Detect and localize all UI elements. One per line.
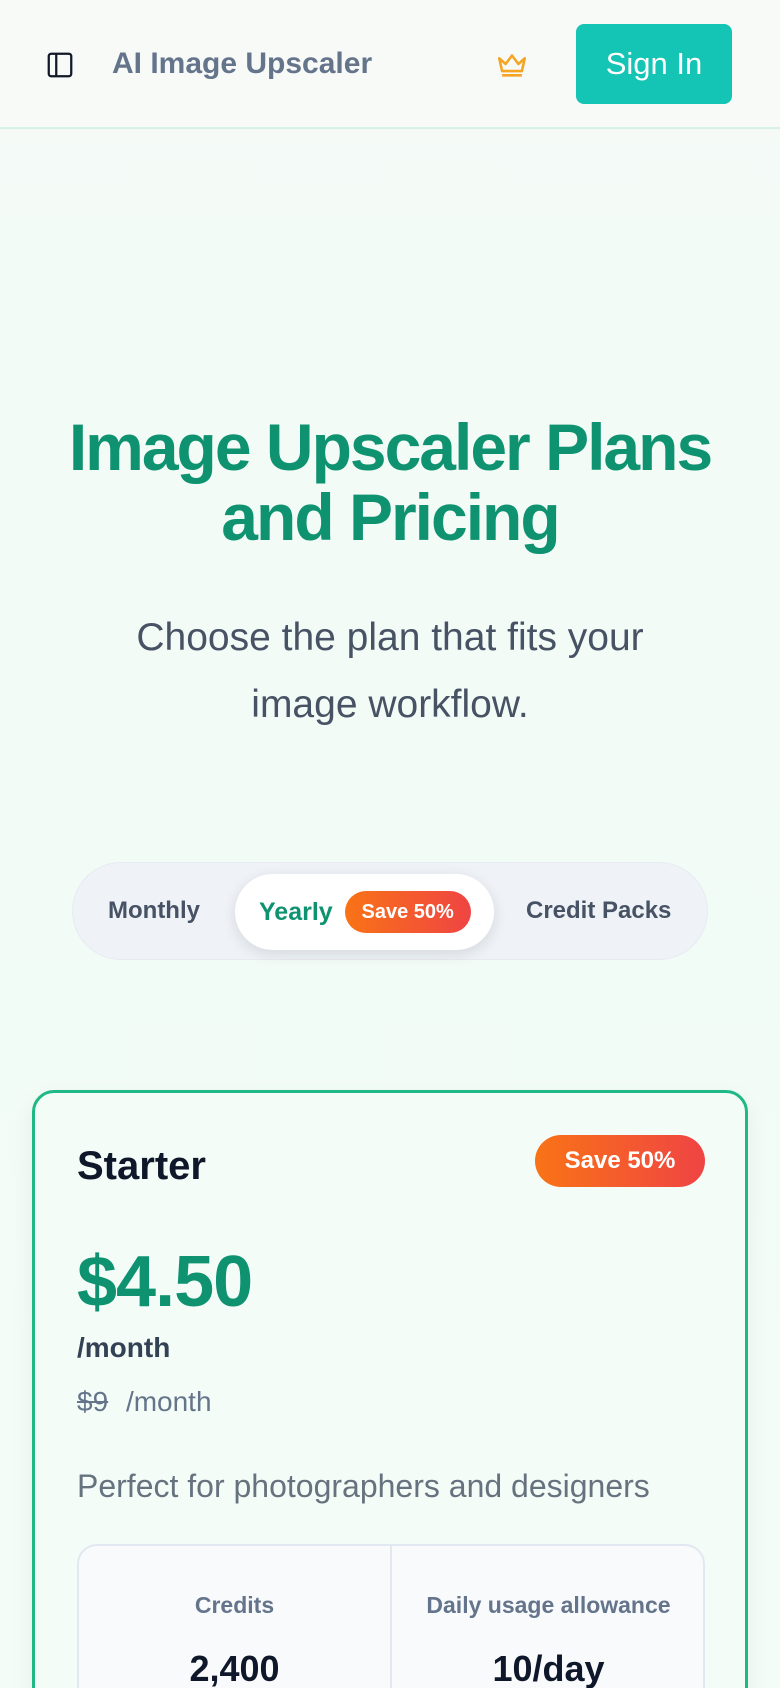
page-title: Image Upscaler Plans and Pricing: [68, 410, 713, 554]
plan-stats: Credits 2,400 Daily usage allowance 10/d…: [77, 1544, 705, 1688]
plan-original-price: $9 /month: [77, 1385, 212, 1419]
stat-daily-allowance-label: Daily usage allowance: [426, 1592, 671, 1618]
stat-daily-allowance-value: 10/day: [492, 1648, 605, 1688]
page-subtitle: Choose the plan that fits your image wor…: [136, 616, 644, 726]
top-header: AI Image Upscaler Sign In: [0, 0, 780, 129]
tab-monthly[interactable]: Monthly: [108, 863, 200, 959]
plan-name: Starter: [77, 1144, 206, 1188]
stat-credits: Credits 2,400: [79, 1546, 392, 1688]
app-title: AI Image Upscaler: [112, 47, 373, 80]
tab-credit-packs-label: Credit Packs: [526, 897, 672, 924]
plan-price-period: /month: [77, 1332, 171, 1363]
stat-daily-allowance: Daily usage allowance 10/day: [392, 1546, 705, 1688]
tab-yearly[interactable]: Yearly Save 50%: [235, 874, 494, 950]
stat-credits-label: Credits: [194, 1592, 275, 1618]
original-price-value: $9: [77, 1386, 109, 1417]
yearly-save-badge: Save 50%: [344, 891, 471, 933]
tab-credit-packs[interactable]: Credit Packs: [526, 863, 671, 959]
plan-save-badge: Save 50%: [535, 1135, 705, 1187]
sidebar-toggle-icon[interactable]: [40, 45, 80, 85]
crown-icon[interactable]: [493, 46, 531, 82]
tab-yearly-label: Yearly: [259, 897, 333, 926]
tab-monthly-label: Monthly: [108, 897, 200, 924]
original-price-period: /month: [125, 1386, 212, 1417]
plan-card-starter: Starter Save 50% $4.50 /month $9 /month …: [32, 1090, 748, 1688]
sign-in-button[interactable]: Sign In: [576, 24, 732, 104]
stat-credits-value: 2,400: [189, 1648, 280, 1688]
plan-description: Perfect for photographers and designers: [77, 1468, 650, 1504]
plan-price: $4.50: [77, 1242, 253, 1322]
pricing-page: AI Image Upscaler Sign In Image Upscaler…: [0, 0, 780, 1688]
billing-period-toggle: Monthly Yearly Save 50% Credit Packs: [72, 862, 708, 960]
